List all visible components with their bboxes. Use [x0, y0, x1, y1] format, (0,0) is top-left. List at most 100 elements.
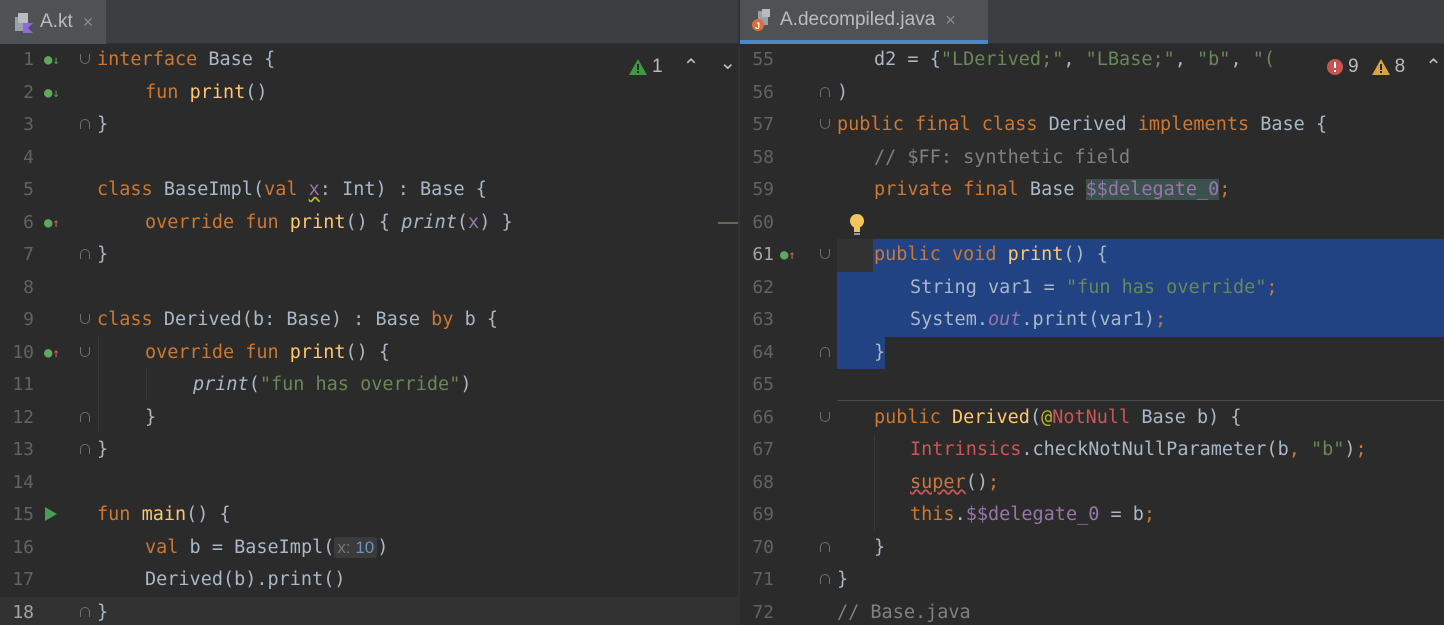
line-number: 5 [23, 179, 34, 200]
code-line: 9 class Derived(b: Base) : Base by b { [0, 304, 738, 337]
code-line: 13 } [0, 434, 738, 467]
code-line: 66 public Derived(@NotNull Base b) { [740, 402, 1444, 435]
line-number: 17 [12, 569, 34, 590]
line-number: 60 [752, 211, 774, 233]
code-line: 56 ) [740, 77, 1444, 110]
implements-icon[interactable]: ●↑ [780, 245, 796, 265]
code-line: 16 val b = BaseImpl(x: 10) [0, 532, 738, 565]
fold-icon[interactable] [80, 444, 90, 454]
overrides-icon[interactable]: ●↑ [44, 343, 60, 363]
code-line: 55 d2 = {"LDerived;", "LBase;", "b", "( [740, 44, 1444, 77]
code-line: 64 } [740, 337, 1444, 370]
left-tab-bar: A.kt × [0, 0, 738, 44]
line-number: 8 [23, 276, 34, 298]
code-line: 8 [0, 272, 738, 305]
overrides-icon[interactable]: ●↑ [44, 213, 60, 233]
fold-icon[interactable] [80, 54, 90, 64]
line-number: 70 [752, 536, 774, 558]
code-line: 59 private final Base $$delegate_0; [740, 174, 1444, 207]
code-line: 62 String var1 = "fun has override"; [740, 272, 1444, 305]
line-number: 67 [752, 439, 774, 460]
code-line: 69 this.$$delegate_0 = b; [740, 499, 1444, 532]
close-tab-icon[interactable]: × [83, 12, 94, 33]
code-line: 4 [0, 142, 738, 175]
fold-icon[interactable] [80, 249, 90, 259]
line-number: 11 [12, 374, 34, 395]
fold-icon[interactable] [820, 411, 830, 422]
kotlin-code-editor[interactable]: 1 ⌃ ⌄ 1 ●↓ interface Base { 2 ●↓ fun pri… [0, 44, 738, 625]
line-number: 65 [752, 374, 774, 395]
code-line: 70 } [740, 532, 1444, 565]
code-line: 12 } [0, 402, 738, 435]
line-number: 7 [23, 244, 34, 265]
fold-icon[interactable] [80, 314, 90, 324]
tab-label: A.decompiled.java [780, 9, 936, 30]
code-line: 63 System.out.print(var1); [740, 304, 1444, 337]
line-number: 57 [752, 114, 774, 135]
java-code-editor[interactable]: 9 8 ⌃ 55 d2 = {"LDerived;", "LBase;", "b… [740, 44, 1444, 625]
tab-label: A.kt [40, 11, 73, 32]
code-line: 7 } [0, 239, 738, 272]
lightbulb-icon[interactable] [848, 213, 866, 241]
fold-icon[interactable] [820, 119, 830, 129]
fold-icon[interactable] [820, 541, 830, 552]
code-line: 67 Intrinsics.checkNotNullParameter(b, "… [740, 434, 1444, 467]
line-number: 59 [752, 179, 774, 200]
svg-text:J: J [755, 21, 760, 31]
tab-a-kt[interactable]: A.kt × [0, 0, 106, 44]
line-number: 62 [752, 276, 774, 298]
code-line: 5 class BaseImpl(val x: Int) : Base { [0, 174, 738, 207]
run-icon[interactable] [44, 506, 58, 528]
code-line: 15 fun main() { [0, 499, 738, 532]
line-number: 12 [12, 406, 34, 428]
line-number: 14 [12, 471, 34, 493]
line-number: 3 [23, 114, 34, 135]
fold-icon[interactable] [820, 574, 830, 584]
tab-a-decompiled-java[interactable]: J A.decompiled.java × [740, 0, 988, 44]
parameter-hint: x: 10 [334, 536, 378, 558]
line-number: 56 [752, 81, 774, 103]
line-number: 2 [23, 81, 34, 103]
fold-icon[interactable] [80, 119, 90, 129]
code-line: 6 ●↑ override fun print() { print(x) } [0, 207, 738, 240]
fold-icon[interactable] [820, 86, 830, 97]
code-line: 18 } [0, 597, 738, 625]
line-number: 72 [752, 601, 774, 623]
line-number: 10 [12, 341, 34, 363]
code-line: 58 // $FF: synthetic field [740, 142, 1444, 175]
fold-icon[interactable] [820, 346, 830, 357]
line-number: 15 [12, 504, 34, 525]
parameter-hint-label: x: [337, 537, 351, 557]
code-line: 3 } [0, 109, 738, 142]
line-number: 69 [752, 504, 774, 525]
code-line: 10 ●↑ override fun print() { [0, 337, 738, 370]
parameter-hint-value: 10 [355, 537, 375, 557]
code-line: 57 public final class Derived implements… [740, 109, 1444, 142]
line-number: 18 [12, 601, 34, 623]
line-number: 4 [23, 146, 34, 168]
scroll-marker [718, 221, 738, 224]
fold-icon[interactable] [820, 249, 830, 259]
line-number: 66 [752, 406, 774, 428]
code-line: 65 [740, 369, 1444, 402]
code-line: 60 [740, 207, 1444, 240]
right-tab-bar: J A.decompiled.java × [740, 0, 1444, 44]
code-line: 71 } [740, 564, 1444, 597]
code-line: 72 // Base.java [740, 597, 1444, 625]
line-number: 1 [23, 49, 34, 70]
kotlin-editor-pane: A.kt × 1 ⌃ ⌄ 1 ●↓ interface Base { 2 ●↓ [0, 0, 738, 625]
code-line: 61 ●↑ public void print() { [740, 239, 1444, 272]
kotlin-file-icon [12, 11, 34, 33]
line-number: 55 [752, 49, 774, 70]
code-line: 1 ●↓ interface Base { [0, 44, 738, 77]
line-number: 71 [752, 569, 774, 590]
fold-icon[interactable] [80, 606, 90, 617]
implemented-icon[interactable]: ●↓ [44, 50, 60, 70]
line-number: 58 [752, 146, 774, 168]
fold-icon[interactable] [80, 411, 90, 422]
line-number: 63 [752, 309, 774, 330]
close-tab-icon[interactable]: × [945, 10, 956, 31]
fold-icon[interactable] [80, 346, 90, 357]
implemented-icon[interactable]: ●↓ [44, 83, 60, 103]
line-number: 61 [752, 244, 774, 265]
